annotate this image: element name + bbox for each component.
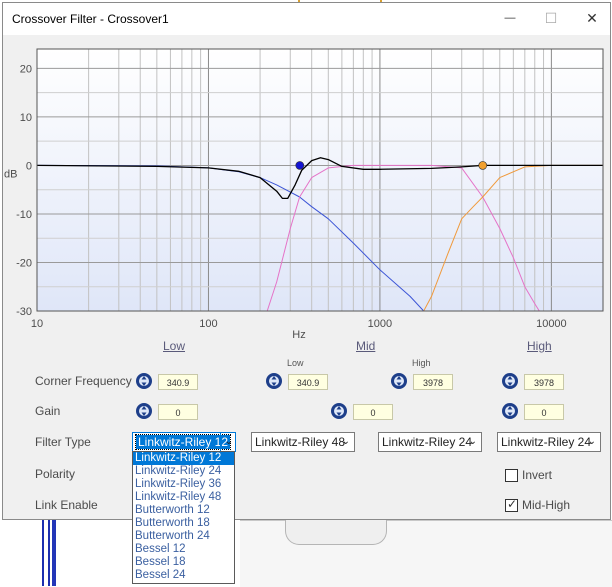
mid-low-corner-knob-icon[interactable]	[265, 372, 283, 390]
crossover-point[interactable]	[478, 161, 488, 170]
x-tick-label: 1000	[368, 318, 392, 330]
mid-high-link-checkbox[interactable]: ✓	[505, 497, 518, 512]
mid-high-link-label: Mid-High	[522, 498, 571, 512]
y-tick-label: 10	[20, 112, 32, 124]
maximize-button[interactable]: ☐	[536, 7, 566, 29]
mid-low-corner-frequency-field[interactable]: 340.9	[288, 374, 328, 390]
dropdown-option[interactable]: Linkwitz-Riley 36	[133, 478, 234, 491]
x-axis-label: Hz	[292, 329, 305, 341]
crossover-window: Crossover Filter - Crossover1 — ☐ ✕ 20 10…	[2, 2, 611, 520]
close-button[interactable]: ✕	[577, 7, 607, 29]
gain-label: Gain	[35, 404, 61, 418]
mid-low-filter-type-value: Linkwitz-Riley 48	[255, 435, 346, 449]
filter-type-dropdown-list[interactable]: Linkwitz-Riley 12 Linkwitz-Riley 24 Linkwi…	[132, 451, 235, 584]
high-gain-field[interactable]: 0	[524, 404, 564, 420]
filter-type-label: Filter Type	[35, 435, 91, 449]
dropdown-option[interactable]: Bessel 24	[133, 569, 234, 582]
invert-checkbox[interactable]	[505, 469, 518, 482]
high-filter-type-select[interactable]: Linkwitz-Riley 24 ⌄	[497, 432, 601, 452]
x-tick-label: 10000	[536, 318, 567, 330]
low-gain-knob-icon[interactable]	[135, 402, 153, 420]
mid-high-corner-knob-icon[interactable]	[390, 372, 408, 390]
dropdown-option[interactable]: Linkwitz-Riley 12	[133, 452, 234, 465]
plot-area	[37, 49, 603, 311]
low-gain-field[interactable]: 0	[158, 404, 198, 420]
mid-gain-field[interactable]: 0	[353, 404, 393, 420]
y-tick-label: -20	[16, 257, 32, 269]
high-corner-knob-icon[interactable]	[501, 372, 519, 390]
crossover-point[interactable]	[295, 161, 305, 170]
y-axis-label: dB	[4, 168, 17, 180]
mid-high-sublabel: High	[412, 358, 431, 368]
high-gain-knob-icon[interactable]	[501, 402, 519, 420]
x-tick-label: 10	[31, 318, 43, 330]
checkmark-icon: ✓	[507, 497, 518, 511]
mid-high-corner-frequency-field[interactable]: 3978	[413, 374, 453, 390]
low-filter-type-select[interactable]: Linkwitz-Riley 12 ⌄	[132, 432, 236, 452]
mid-gain-knob-icon[interactable]	[330, 402, 348, 420]
y-tick-label: 20	[20, 63, 32, 75]
high-corner-frequency-field[interactable]: 3978	[524, 374, 564, 390]
band-low-link[interactable]: Low	[163, 339, 185, 353]
dropdown-option[interactable]: Linkwitz-Riley 24	[133, 465, 234, 478]
link-enable-label: Link Enable	[35, 498, 98, 512]
low-corner-knob-icon[interactable]	[135, 372, 153, 390]
frequency-response-graph[interactable]: 20100-10-20-3010 100 1000 10000HzdB	[3, 35, 608, 345]
x-tick-label: 100	[199, 318, 217, 330]
background-shape	[285, 520, 387, 545]
band-high-link[interactable]: High	[527, 339, 552, 353]
chevron-down-icon: ⌄	[468, 436, 477, 447]
high-filter-type-value: Linkwitz-Riley 24	[501, 435, 592, 449]
polarity-label: Polarity	[35, 467, 76, 481]
y-tick-label: -30	[16, 306, 32, 318]
dropdown-option[interactable]: Butterworth 24	[133, 530, 234, 543]
title-bar[interactable]: Crossover Filter - Crossover1 — ☐ ✕	[3, 3, 610, 35]
minimize-button[interactable]: —	[495, 7, 525, 29]
window-title: Crossover Filter - Crossover1	[12, 12, 169, 26]
dropdown-option[interactable]: Butterworth 12	[133, 504, 234, 517]
y-tick-label: -10	[16, 209, 32, 221]
mid-high-filter-type-value: Linkwitz-Riley 24	[382, 435, 473, 449]
chevron-down-icon: ⌄	[219, 433, 233, 451]
band-mid-link[interactable]: Mid	[356, 339, 375, 353]
dropdown-option[interactable]: Butterworth 18	[133, 517, 234, 530]
low-filter-type-value: Linkwitz-Riley 12	[134, 434, 232, 450]
chevron-down-icon: ⌄	[587, 436, 596, 447]
y-tick-label: 0	[26, 160, 32, 172]
mid-high-filter-type-select[interactable]: Linkwitz-Riley 24 ⌄	[378, 432, 482, 452]
invert-label: Invert	[522, 468, 553, 482]
dropdown-option[interactable]: Bessel 18	[133, 556, 234, 569]
low-corner-frequency-field[interactable]: 340.9	[158, 374, 198, 390]
chevron-down-icon: ⌄	[341, 436, 350, 447]
mid-low-sublabel: Low	[287, 358, 304, 368]
dropdown-option[interactable]: Bessel 12	[133, 543, 234, 556]
corner-frequency-label: Corner Frequency	[35, 374, 132, 388]
dropdown-option[interactable]: Linkwitz-Riley 48	[133, 491, 234, 504]
mid-low-filter-type-select[interactable]: Linkwitz-Riley 48 ⌄	[251, 432, 355, 452]
